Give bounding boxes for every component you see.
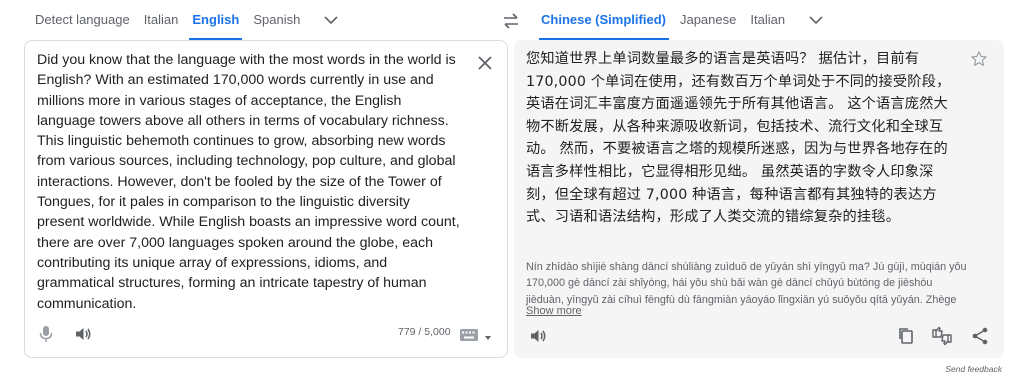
source-lang-tab-english[interactable]: English: [185, 0, 246, 40]
input-tools-chevron-icon[interactable]: [483, 330, 493, 340]
keyboard-icon[interactable]: [459, 328, 479, 342]
source-lang-tab-detect[interactable]: Detect language: [24, 0, 137, 40]
target-text-panel: 您知道世界上单词数量最多的语言是英语吗？ 据估计，目前有 170,000 个单词…: [514, 40, 1004, 358]
send-feedback-link[interactable]: Send feedback: [945, 364, 1002, 374]
target-language-bar: Chinese (Simplified) Japanese Italian: [530, 0, 1000, 40]
target-footer: [514, 316, 1004, 358]
source-language-more-chevron-icon[interactable]: [321, 10, 341, 30]
close-icon[interactable]: [475, 53, 495, 73]
target-lang-tab-italian[interactable]: Italian: [743, 0, 792, 40]
rate-translation-icon[interactable]: [931, 326, 952, 346]
microphone-icon[interactable]: [38, 324, 54, 344]
target-language-more-chevron-icon[interactable]: [806, 10, 826, 30]
source-text-panel: Did you know that the language with the …: [24, 40, 508, 358]
translated-text: 您知道世界上单词数量最多的语言是英语吗？ 据估计，目前有 170,000 个单词…: [526, 51, 951, 226]
target-lang-tab-chinese-simplified[interactable]: Chinese (Simplified): [530, 0, 673, 40]
copy-icon[interactable]: [896, 326, 916, 346]
share-icon[interactable]: [970, 326, 990, 346]
source-language-bar: Detect language Italian English Spanish: [24, 0, 508, 40]
character-counter: 779 / 5,000: [398, 326, 451, 338]
source-lang-tab-spanish[interactable]: Spanish: [246, 0, 307, 40]
swap-languages-icon[interactable]: [501, 12, 521, 30]
source-footer: 779 / 5,000: [25, 311, 507, 357]
source-lang-tab-italian[interactable]: Italian: [137, 0, 186, 40]
star-icon[interactable]: [970, 50, 988, 68]
speaker-icon[interactable]: [528, 326, 548, 346]
transliteration-text: Nín zhīdào shìjiè shàng dāncí shùliàng z…: [526, 261, 967, 306]
target-lang-tab-japanese[interactable]: Japanese: [673, 0, 743, 40]
speaker-icon[interactable]: [73, 324, 93, 344]
source-text-input[interactable]: Did you know that the language with the …: [37, 50, 461, 314]
